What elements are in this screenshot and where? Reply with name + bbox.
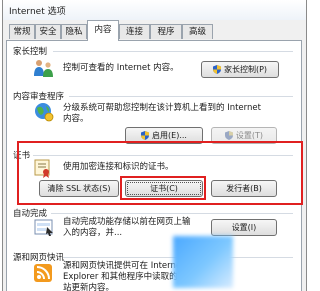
section-divider bbox=[69, 96, 293, 97]
content-advisor-description-line2: 内容。 bbox=[63, 114, 89, 124]
tab-programs[interactable]: 程序 bbox=[150, 24, 182, 39]
certificates-button-highlight-box bbox=[120, 176, 206, 200]
family-people-icon bbox=[34, 60, 53, 77]
autocomplete-description-line2: 入的内容，并... bbox=[63, 228, 123, 238]
globe-shield-icon bbox=[35, 103, 54, 122]
parental-controls-button[interactable]: 家长控制(P) bbox=[201, 61, 279, 78]
section-divider bbox=[51, 213, 293, 214]
parental-controls-title: 家长控制 bbox=[13, 47, 48, 57]
uac-shield-icon bbox=[141, 131, 150, 140]
autocomplete-description-line1: 自动完成功能存储以前在网页上输 bbox=[63, 217, 191, 227]
content-advisor-settings-label: 设置(T) bbox=[235, 131, 264, 140]
tab-advanced[interactable]: 高级 bbox=[182, 24, 213, 39]
tab-connections[interactable]: 连接 bbox=[119, 24, 150, 39]
tab-security[interactable]: 安全 bbox=[35, 24, 61, 39]
feeds-description-line3: 站更新内容。 bbox=[63, 283, 115, 291]
title-bar[interactable]: Internet 选项 bbox=[3, 0, 306, 20]
feeds-description-line1: 源和网页快讯提供可在 Internet bbox=[63, 261, 185, 271]
tab-privacy[interactable]: 隐私 bbox=[61, 24, 87, 39]
parental-controls-description: 控制可查看的 Internet 内容。 bbox=[63, 63, 179, 73]
parental-controls-button-label: 家长控制(P) bbox=[223, 65, 268, 74]
uac-shield-icon bbox=[224, 131, 233, 140]
watermark-logo bbox=[173, 236, 233, 288]
tab-general[interactable]: 常规 bbox=[9, 24, 35, 39]
content-advisor-description-line1: 分级系统可帮助您控制在该计算机上看到的 Internet bbox=[63, 103, 261, 113]
autocomplete-settings-button[interactable]: 设置(I) bbox=[211, 219, 277, 236]
section-divider bbox=[53, 51, 293, 52]
tab-strip: 常规 安全 隐私 内容 连接 程序 高级 bbox=[7, 20, 303, 41]
tab-content[interactable]: 内容 bbox=[87, 20, 119, 41]
internet-options-window: Internet 选项 常规 安全 隐私 内容 连接 程序 高级 家长控制 控制… bbox=[2, 0, 307, 291]
content-advisor-enable-label: 启用(E)... bbox=[152, 131, 187, 140]
feeds-title: 源和网页快讯 bbox=[13, 253, 65, 263]
window-title: Internet 选项 bbox=[9, 7, 66, 17]
feeds-description-line2: Explorer 和其他程序中读取的网 bbox=[63, 272, 187, 282]
uac-shield-icon bbox=[212, 65, 221, 74]
form-autocomplete-icon bbox=[34, 219, 53, 236]
rss-feed-icon bbox=[34, 264, 52, 282]
